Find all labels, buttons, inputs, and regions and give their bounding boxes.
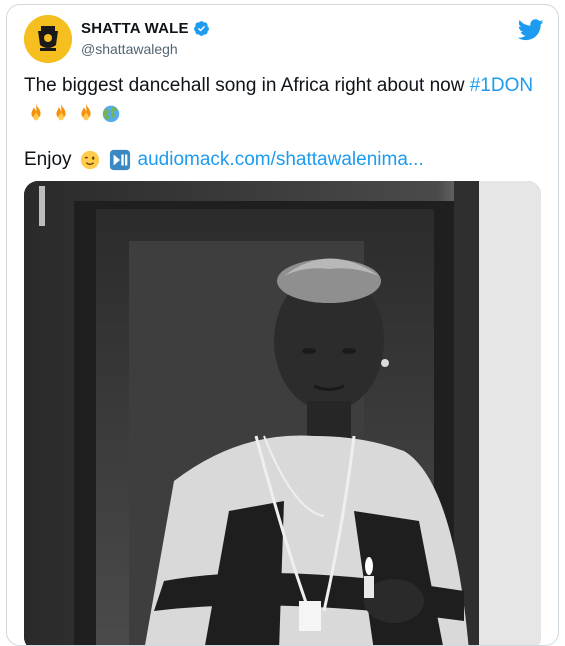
fire-emoji-3 — [81, 103, 91, 121]
emoji-row — [24, 102, 123, 124]
avatar[interactable] — [24, 15, 72, 63]
fire-emoji-1 — [31, 103, 41, 121]
winking-face-emoji — [80, 150, 99, 170]
crest-logo-icon — [24, 15, 72, 63]
play-pause-button-emoji — [109, 149, 130, 171]
audiomack-link[interactable]: audiomack.com/shattawalenima... — [138, 149, 424, 171]
verified-badge-icon — [193, 21, 209, 36]
fire-emoji-2 — [56, 103, 66, 121]
enjoy-line: Enjoy audiomack.com/shattawalenima... — [24, 149, 424, 171]
globe-emoji — [102, 105, 120, 123]
enjoy-text: Enjoy — [24, 149, 72, 170]
tweet-card[interactable]: SHATTA WALE @shattawalegh The biggest da… — [6, 4, 559, 646]
author-name[interactable]: SHATTA WALE — [81, 20, 189, 37]
tweet-text-main: The biggest dancehall song in Africa rig… — [24, 75, 470, 96]
tweet-text: The biggest dancehall song in Africa rig… — [24, 75, 533, 97]
hashtag-link[interactable]: #1DON — [470, 75, 533, 96]
author-handle[interactable]: @shattawalegh — [81, 41, 178, 57]
tweet-photo[interactable] — [24, 181, 541, 645]
twitter-bird-icon[interactable] — [518, 19, 544, 41]
photo-image — [24, 181, 541, 645]
